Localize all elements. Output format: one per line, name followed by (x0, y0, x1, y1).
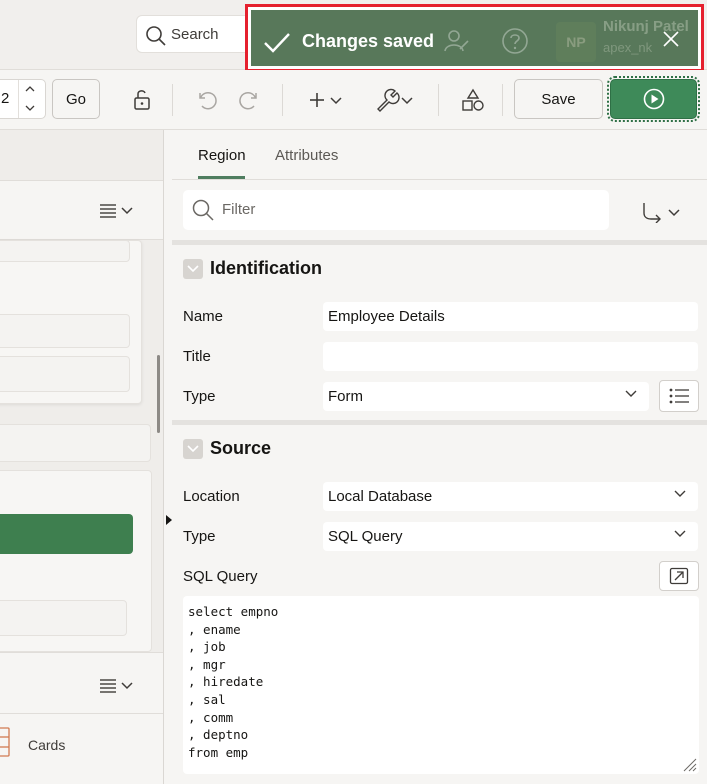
search-icon (145, 25, 167, 47)
toast-message: Changes saved (302, 31, 435, 51)
name-value: Employee Details (328, 308, 445, 325)
active-tab-indicator (198, 176, 245, 179)
region-type-select[interactable]: Form (323, 382, 649, 411)
property-editor-tabs: Region Attributes (172, 130, 707, 180)
sql-line: , job (188, 639, 226, 655)
source-section-title: Source (210, 438, 272, 458)
selected-region[interactable] (0, 514, 133, 554)
sql-line: select empno (188, 604, 279, 619)
layout-slot[interactable] (0, 356, 130, 392)
help-icon (501, 27, 529, 55)
type-label: Type (183, 388, 216, 405)
sql-line: , comm (188, 709, 234, 725)
sql-query-label: SQL Query (183, 568, 258, 585)
source-type-value: SQL Query (328, 528, 403, 545)
undo-icon[interactable] (194, 88, 218, 112)
go-button[interactable]: Go (52, 79, 100, 119)
success-toast: Changes saved NP Nikunj Patel apex_nk (245, 4, 704, 72)
app-header: Search Changes saved NP Nikunj Patel ape… (0, 0, 707, 72)
sql-line: , hiredate (188, 674, 264, 690)
code-editor-button[interactable] (659, 561, 699, 591)
shapes-icon[interactable] (461, 88, 485, 112)
layout-panel-header (0, 180, 163, 240)
property-editor: Region Attributes Filter Identification … (172, 130, 707, 784)
arrow-turn-icon[interactable] (642, 201, 682, 223)
source-section-header[interactable]: Source (172, 429, 707, 469)
plus-icon[interactable] (306, 88, 346, 112)
redo-icon[interactable] (238, 88, 262, 112)
sql-query-editor[interactable]: select empno , ename , job , mgr , hired… (183, 596, 699, 774)
search-label: Search (171, 26, 219, 43)
close-icon[interactable] (662, 30, 680, 48)
identification-section-header[interactable]: Identification (172, 249, 707, 289)
chevron-down-icon (625, 390, 637, 398)
user-workspace: apex_nk (603, 40, 653, 55)
gallery-item-cards[interactable]: Cards (28, 737, 65, 753)
sql-line: , sal (188, 691, 226, 707)
chevron-down-icon (674, 530, 686, 538)
resize-handle[interactable] (681, 756, 697, 772)
expand-icon (660, 567, 698, 585)
sql-line: , mgr (188, 656, 226, 672)
filter-row: Filter (172, 180, 707, 242)
tab-region[interactable]: Region (198, 147, 246, 164)
name-field[interactable]: Employee Details (323, 302, 698, 331)
play-icon (611, 88, 696, 110)
search-icon (191, 198, 215, 222)
page-number-stepper[interactable]: 2 (0, 79, 46, 119)
page-number-value: 2 (1, 90, 10, 107)
identification-section-title: Identification (210, 258, 322, 278)
save-button[interactable]: Save (514, 79, 603, 119)
gallery-panel: Cards (0, 130, 164, 784)
chevron-down-icon (674, 490, 686, 498)
filter-placeholder: Filter (222, 201, 256, 218)
run-page-button[interactable] (607, 76, 700, 122)
title-label: Title (183, 348, 211, 365)
sql-line: from emp (188, 744, 249, 760)
location-value: Local Database (328, 488, 433, 505)
source-type-label: Type (183, 528, 216, 545)
list-of-values-button[interactable] (659, 380, 699, 412)
chevron-down-icon[interactable] (25, 105, 35, 112)
scrollbar[interactable] (157, 355, 160, 433)
cards-icon (0, 727, 12, 757)
layout-slot[interactable] (0, 240, 130, 262)
location-select[interactable]: Local Database (323, 482, 698, 511)
source-type-select[interactable]: SQL Query (323, 522, 698, 551)
lock-icon[interactable] (130, 88, 154, 112)
chevron-up-icon[interactable] (25, 85, 35, 92)
chevron-down-icon[interactable] (183, 259, 203, 279)
tab-attributes[interactable]: Attributes (275, 147, 338, 164)
chevron-down-icon[interactable] (183, 439, 203, 459)
wrench-icon[interactable] (374, 88, 416, 112)
location-label: Location (183, 488, 240, 505)
avatar: NP (556, 22, 596, 62)
menu-icon[interactable] (100, 678, 136, 694)
developer-icon (443, 28, 469, 54)
region-type-value: Form (328, 388, 363, 405)
name-label: Name (183, 308, 224, 325)
check-icon (262, 30, 292, 56)
layout-slot[interactable] (0, 314, 130, 348)
menu-icon[interactable] (100, 203, 136, 219)
search-button[interactable]: Search (136, 15, 256, 53)
gallery-panel-footer: Cards (0, 652, 163, 784)
filter-input[interactable]: Filter (183, 190, 609, 230)
layout-slot[interactable] (0, 600, 127, 636)
title-field[interactable] (323, 342, 698, 371)
sql-line: , ename (188, 621, 241, 637)
sql-line: , deptno (188, 727, 249, 743)
page-designer-toolbar: 2 Go Save (0, 70, 707, 130)
list-icon (660, 387, 698, 405)
layout-slot[interactable] (0, 424, 151, 462)
